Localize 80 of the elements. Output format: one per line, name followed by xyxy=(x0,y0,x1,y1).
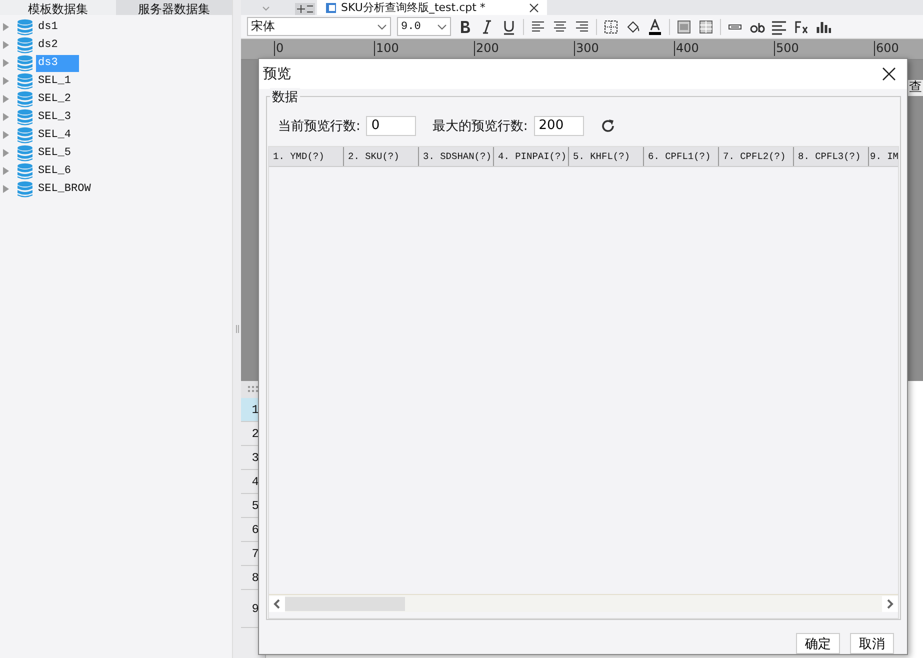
max-rows-field[interactable]: 200 xyxy=(534,116,584,136)
dataset-name[interactable]: ds2 xyxy=(36,36,60,54)
align-center-icon[interactable] xyxy=(552,18,568,34)
ruler-label: 600 xyxy=(874,41,899,56)
column-header[interactable]: 2. SKU(?) xyxy=(344,146,419,166)
database-icon xyxy=(17,180,33,198)
font-select[interactable]: 宋体 xyxy=(247,17,391,36)
ruler-label: 400 xyxy=(674,41,699,56)
expand-arrow-icon[interactable] xyxy=(3,149,9,157)
database-icon xyxy=(17,108,33,126)
dataset-name[interactable]: ds1 xyxy=(36,18,60,36)
database-icon xyxy=(17,36,33,54)
scroll-right-icon[interactable] xyxy=(885,598,895,608)
ruler-label: 200 xyxy=(474,41,499,56)
ruler-label: 0 xyxy=(274,41,284,56)
ruler-label: 500 xyxy=(774,41,799,56)
database-icon xyxy=(17,126,33,144)
fill-bucket-icon[interactable] xyxy=(625,18,641,34)
ruler-label: 300 xyxy=(574,41,599,56)
database-icon xyxy=(17,54,33,72)
database-icon xyxy=(17,72,33,90)
refresh-icon[interactable] xyxy=(600,118,616,134)
canvas-label: 查 xyxy=(908,80,923,96)
column-header[interactable]: 8. CPFL3(?) xyxy=(794,146,869,166)
database-icon xyxy=(17,162,33,180)
underline-icon[interactable] xyxy=(501,18,517,34)
dataset-name[interactable]: SEL_3 xyxy=(36,108,74,126)
splitter-grip-icon[interactable] xyxy=(236,325,238,333)
merge-cells-icon[interactable] xyxy=(676,18,692,34)
formula-icon[interactable] xyxy=(793,18,809,34)
close-icon[interactable] xyxy=(881,66,897,82)
column-header[interactable]: 7. CPFL2(?) xyxy=(719,146,794,166)
field-label: 当前预览行数: xyxy=(278,118,360,135)
dataset-name[interactable]: SEL_1 xyxy=(36,72,74,90)
panel-tab[interactable]: 服务器数据集 xyxy=(116,0,232,15)
horizontal-scrollbar[interactable] xyxy=(269,594,898,612)
expand-arrow-icon[interactable] xyxy=(3,77,9,85)
column-header[interactable]: 1. YMD(?) xyxy=(269,146,344,166)
dataset-name[interactable]: SEL_6 xyxy=(36,162,74,180)
column-header[interactable]: 5. KHFL(?) xyxy=(569,146,644,166)
paragraph-lines-icon[interactable] xyxy=(771,18,787,34)
align-right-icon[interactable] xyxy=(574,18,590,34)
panel-tab[interactable]: 模板数据集 xyxy=(0,0,116,15)
font-size-select[interactable]: 9.0 xyxy=(397,17,451,36)
file-icon xyxy=(325,2,337,14)
expand-arrow-icon[interactable] xyxy=(3,95,9,103)
dialog-button[interactable]: 取消 xyxy=(850,633,894,654)
grid-dots-icon[interactable] xyxy=(247,384,259,394)
border-icon[interactable] xyxy=(603,18,619,34)
database-icon xyxy=(17,144,33,162)
dialog-title: 预览 xyxy=(263,64,291,83)
expand-arrow-icon[interactable] xyxy=(3,113,9,121)
dataset-name[interactable]: SEL_BROW xyxy=(36,180,93,198)
database-icon xyxy=(17,18,33,36)
dataset-name[interactable]: SEL_4 xyxy=(36,126,74,144)
column-header[interactable]: 6. CPFL1(?) xyxy=(644,146,719,166)
group-label: 数据 xyxy=(270,88,300,106)
dataset-name[interactable]: SEL_5 xyxy=(36,144,74,162)
scroll-left-icon[interactable] xyxy=(272,598,282,608)
column-header[interactable]: 3. SDSHAN(?) xyxy=(419,146,494,166)
add-tab-icon[interactable] xyxy=(295,3,315,15)
field-label: 最大的预览行数: xyxy=(432,118,528,135)
font-color-icon[interactable] xyxy=(647,18,663,34)
file-tab[interactable]: SKU分析查询终版_test.cpt * xyxy=(317,0,548,15)
expand-arrow-icon[interactable] xyxy=(3,59,9,67)
align-left-icon[interactable] xyxy=(530,18,546,34)
database-icon xyxy=(17,90,33,108)
column-header[interactable]: 4. PINPAI(?) xyxy=(494,146,569,166)
expand-arrow-icon[interactable] xyxy=(3,185,9,193)
dataset-name[interactable]: SEL_2 xyxy=(36,90,74,108)
current-rows-field[interactable]: 0 xyxy=(366,116,416,136)
expand-arrow-icon[interactable] xyxy=(3,167,9,175)
close-icon[interactable] xyxy=(529,2,540,12)
expand-arrow-icon[interactable] xyxy=(3,23,9,31)
split-cells-icon[interactable] xyxy=(698,18,714,34)
dialog-button[interactable]: 确定 xyxy=(796,633,840,654)
column-header[interactable]: 9. IM xyxy=(869,146,898,166)
expand-arrow-icon[interactable] xyxy=(3,41,9,49)
expand-arrow-icon[interactable] xyxy=(3,131,9,139)
ruler-label: 100 xyxy=(374,41,399,56)
